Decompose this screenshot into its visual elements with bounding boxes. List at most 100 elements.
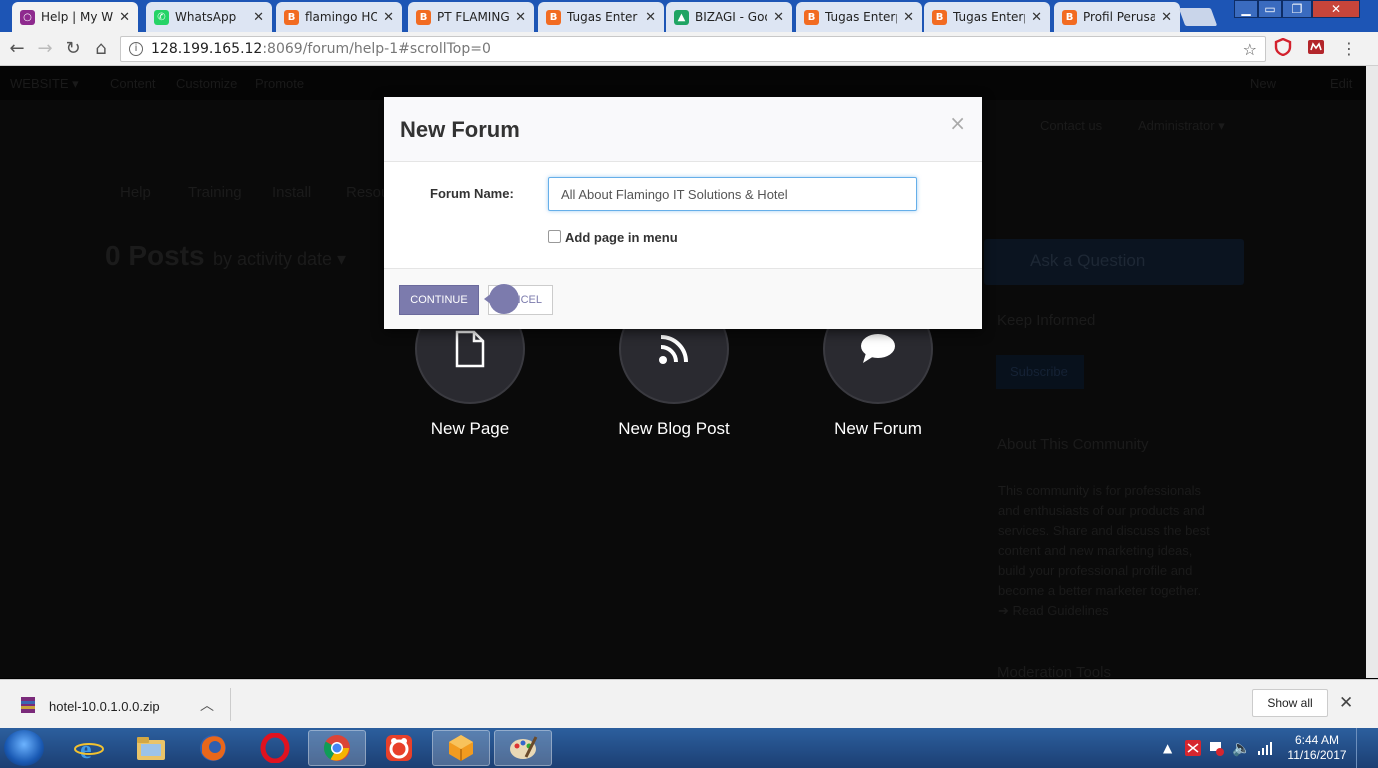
maximize-icon[interactable]: ❐ <box>1282 0 1312 18</box>
browser-tab[interactable]: B PT FLAMING ✕ <box>408 2 534 32</box>
tab-title: Tugas Enter <box>567 10 638 24</box>
reload-icon[interactable]: ↻ <box>62 38 84 60</box>
tab-close-icon[interactable]: ✕ <box>253 10 264 25</box>
dialog-close-icon[interactable]: × <box>949 111 966 135</box>
browser-tab[interactable]: B Tugas Enterp ✕ <box>796 2 922 32</box>
tab-title: BIZAGI - Goo <box>695 10 768 24</box>
tab-title: Help | My We <box>41 10 114 24</box>
header-contact-us[interactable]: Contact us <box>1040 118 1102 133</box>
system-clock[interactable]: 6:44 AM 11/16/2017 <box>1282 733 1352 763</box>
tab-close-icon[interactable]: ✕ <box>515 10 526 25</box>
home-icon[interactable]: ⌂ <box>90 38 112 60</box>
download-shelf-close-icon[interactable]: ✕ <box>1339 693 1353 713</box>
tab-close-icon[interactable]: ✕ <box>1161 10 1172 25</box>
forward-icon[interactable]: → <box>34 38 56 60</box>
show-desktop-button[interactable] <box>1356 728 1368 768</box>
archive-file-icon <box>21 697 35 713</box>
tab-title: flamingo HO <box>305 10 378 24</box>
read-guidelines-link[interactable]: ➔ Read Guidelines <box>998 601 1210 621</box>
new-blog-post-label: New Blog Post <box>618 419 730 438</box>
tab-title: WhatsApp <box>175 10 237 24</box>
forum-name-label: Forum Name: <box>430 186 514 201</box>
browser-tab[interactable]: B Tugas Enterp ✕ <box>924 2 1050 32</box>
tab-close-icon[interactable]: ✕ <box>645 10 656 25</box>
tab-title: Profil Perusa <box>1083 10 1156 24</box>
nav-training[interactable]: Training <box>188 184 242 201</box>
menu-content[interactable]: Content <box>110 76 156 91</box>
mail-extension-icon[interactable] <box>1307 38 1325 56</box>
package-app-icon[interactable] <box>432 730 490 766</box>
browser-tab[interactable]: Bflamingo HO ✕ <box>276 2 402 32</box>
dialog-footer: CONTINUE NCEL <box>384 268 982 329</box>
back-icon[interactable]: ← <box>6 38 28 60</box>
tab-favicon-icon: ✆ <box>154 9 169 25</box>
new-tab-button[interactable] <box>1178 8 1218 26</box>
nav-install[interactable]: Install <box>272 184 311 201</box>
cursor-indicator <box>489 284 519 314</box>
foxit-reader-icon[interactable] <box>370 730 428 766</box>
address-bar[interactable]: i 128.199.165.12:8069/forum/help-1#scrol… <box>120 36 1266 62</box>
menu-edit[interactable]: Edit <box>1330 76 1352 91</box>
forum-name-input[interactable] <box>548 177 917 211</box>
new-forum-label: New Forum <box>834 419 922 438</box>
tab-close-icon[interactable]: ✕ <box>383 10 394 25</box>
shield-extension-icon[interactable] <box>1274 38 1292 56</box>
action-center-flag-icon[interactable] <box>1208 740 1224 756</box>
restore-icon[interactable]: ▭ <box>1258 0 1282 18</box>
add-page-in-menu-checkbox[interactable] <box>548 230 561 243</box>
tab-close-icon[interactable]: ✕ <box>773 10 784 25</box>
posts-sort-selector[interactable]: by activity date ▾ <box>213 249 346 270</box>
continue-button[interactable]: CONTINUE <box>399 285 479 315</box>
browser-toolbar: ← → ↻ ⌂ i 128.199.165.12:8069/forum/help… <box>0 32 1378 66</box>
tab-favicon-icon: B <box>804 9 819 25</box>
bookmark-star-icon[interactable]: ☆ <box>1243 40 1257 59</box>
internet-explorer-icon[interactable]: e <box>60 730 118 766</box>
file-explorer-icon[interactable] <box>122 730 180 766</box>
info-icon[interactable]: i <box>129 42 143 56</box>
nav-help[interactable]: Help <box>120 184 151 201</box>
about-line: become a better marketer together. <box>998 583 1202 598</box>
chrome-icon[interactable] <box>308 730 366 766</box>
browser-tab[interactable]: ▲ BIZAGI - Goo ✕ <box>666 2 792 32</box>
subscribe-label: Subscribe <box>1010 364 1068 379</box>
show-all-button[interactable]: Show all <box>1252 689 1328 717</box>
tab-favicon-icon: ○ <box>20 9 35 25</box>
chevron-up-icon[interactable]: ︿ <box>200 695 214 715</box>
browser-tab-strip: ○ Help | My We ✕ ✆ WhatsApp ✕ Bflamingo HO ✕ B PT… <box>0 0 1378 32</box>
volume-icon[interactable]: 🔈 <box>1232 728 1251 768</box>
start-button[interactable] <box>4 730 44 766</box>
svg-text:e: e <box>80 735 92 763</box>
menu-customize[interactable]: Customize <box>176 76 237 91</box>
tab-title: Tugas Enterp <box>825 10 898 24</box>
paint-icon[interactable] <box>494 730 552 766</box>
menu-new[interactable]: New <box>1250 76 1276 91</box>
tab-close-icon[interactable]: ✕ <box>903 10 914 25</box>
tab-close-icon[interactable]: ✕ <box>1031 10 1042 25</box>
network-signal-icon[interactable] <box>1257 740 1273 756</box>
browser-tab[interactable]: B Profil Perusa ✕ <box>1054 2 1180 32</box>
minimize-icon[interactable]: ▁ <box>1234 0 1258 18</box>
menu-promote[interactable]: Promote <box>255 76 304 91</box>
tab-close-icon[interactable]: ✕ <box>119 10 130 25</box>
menu-kebab-icon[interactable]: ⋮ <box>1338 38 1360 60</box>
browser-tab[interactable]: B Tugas Enter ✕ <box>538 2 664 32</box>
ask-question-button[interactable]: Ask a Question <box>984 239 1244 285</box>
download-file-name[interactable]: hotel-10.0.1.0.0.zip <box>49 699 160 714</box>
nav-resources[interactable]: Resou <box>346 184 389 201</box>
tab-favicon-icon: B <box>1062 9 1077 25</box>
browser-tab[interactable]: ✆ WhatsApp ✕ <box>146 2 272 32</box>
tray-app-icon[interactable] <box>1185 740 1201 756</box>
opera-icon[interactable] <box>246 730 304 766</box>
subscribe-button[interactable]: Subscribe <box>996 355 1084 389</box>
header-user-menu[interactable]: Administrator ▾ <box>1138 118 1225 134</box>
browser-tab[interactable]: ○ Help | My We ✕ <box>12 2 138 32</box>
page-scrollbar[interactable] <box>1366 66 1378 678</box>
dialog-header: New Forum × <box>384 97 982 162</box>
window-close-icon[interactable]: ✕ <box>1312 0 1360 18</box>
about-line: and enthusiasts of our products and <box>998 503 1205 518</box>
menu-website[interactable]: WEBSITE ▾ <box>10 76 79 92</box>
firefox-icon[interactable] <box>184 730 242 766</box>
new-page-label: New Page <box>430 419 510 438</box>
dialog-title: New Forum <box>400 117 520 142</box>
show-hidden-icons[interactable]: ▲ <box>1163 728 1172 768</box>
